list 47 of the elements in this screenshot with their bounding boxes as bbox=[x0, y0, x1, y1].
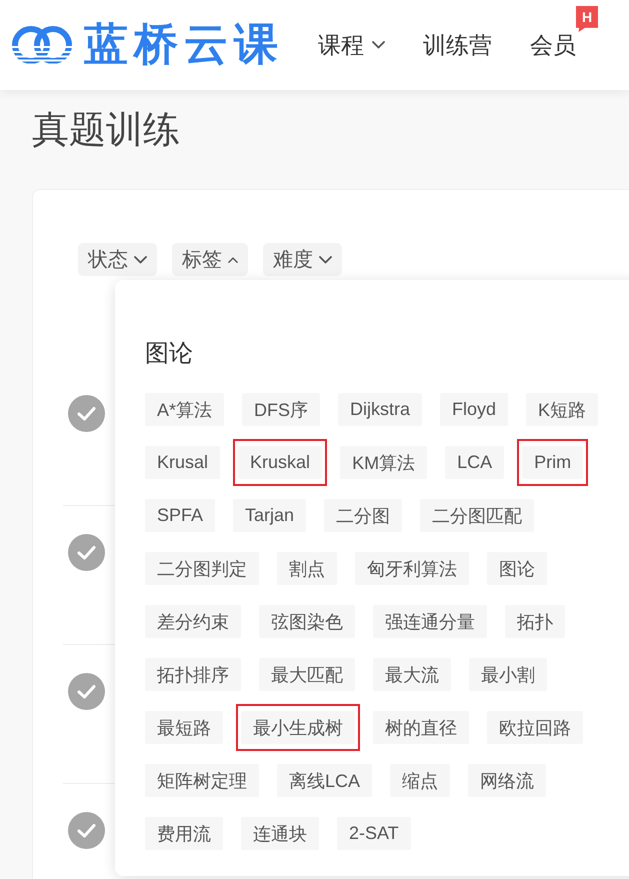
tag-option[interactable]: A*算法 bbox=[145, 393, 224, 426]
tag-option[interactable]: 强连通分量 bbox=[373, 605, 487, 638]
tag-option[interactable]: 连通块 bbox=[241, 817, 319, 850]
page-title: 真题训练 bbox=[32, 108, 181, 152]
tag-option[interactable]: 2-SAT bbox=[337, 817, 411, 850]
tag-option[interactable]: Kruskal bbox=[238, 446, 322, 479]
tag-option[interactable]: K短路 bbox=[526, 393, 598, 426]
tag-option[interactable]: LCA bbox=[445, 446, 504, 479]
tag-option[interactable]: Krusal bbox=[145, 446, 220, 479]
tag-option[interactable]: 最小割 bbox=[469, 658, 547, 691]
tag-option[interactable]: 网络流 bbox=[468, 764, 546, 797]
tag-option[interactable]: Floyd bbox=[440, 393, 508, 426]
tag-option[interactable]: 拓扑排序 bbox=[145, 658, 241, 691]
nav-link[interactable]: 会员 bbox=[530, 31, 576, 59]
nav-link[interactable]: 训练营 bbox=[423, 31, 492, 59]
tag-option[interactable]: 欧拉回路 bbox=[487, 711, 583, 744]
tag-option[interactable]: SPFA bbox=[145, 499, 216, 532]
tag-group-heading: 图论 bbox=[145, 339, 194, 369]
filter-dropdown-button[interactable]: 标签 bbox=[172, 243, 248, 276]
nav-link[interactable]: 课程 bbox=[318, 31, 385, 59]
tag-option[interactable]: 二分图判定 bbox=[145, 552, 259, 585]
tag-option[interactable]: Dijkstra bbox=[338, 393, 422, 426]
tag-option[interactable]: 二分图匹配 bbox=[420, 499, 534, 532]
tag-option[interactable]: 图论 bbox=[487, 552, 547, 585]
tag-option[interactable]: 费用流 bbox=[145, 817, 223, 850]
tag-option[interactable]: 差分约束 bbox=[145, 605, 241, 638]
tag-option[interactable]: KM算法 bbox=[340, 446, 428, 479]
filter-dropdown-button[interactable]: 难度 bbox=[263, 243, 342, 276]
tag-option[interactable]: 矩阵树定理 bbox=[145, 764, 259, 797]
tag-option[interactable]: Tarjan bbox=[233, 499, 306, 532]
tag-option[interactable]: 最小生成树 bbox=[241, 711, 355, 744]
tag-option[interactable]: 最大流 bbox=[373, 658, 451, 691]
tag-option[interactable]: 树的直径 bbox=[373, 711, 469, 744]
tag-option[interactable]: 离线LCA bbox=[277, 764, 372, 797]
hot-badge: H bbox=[576, 6, 598, 32]
tag-option[interactable]: 最短路 bbox=[145, 711, 223, 744]
tag-option[interactable]: 最大匹配 bbox=[259, 658, 355, 691]
tag-option[interactable]: Prim bbox=[522, 446, 584, 479]
logo-wordmark[interactable]: 蓝桥云课 bbox=[84, 23, 284, 67]
tag-option[interactable]: 拓扑 bbox=[505, 605, 565, 638]
tag-option[interactable]: 缩点 bbox=[390, 764, 450, 797]
tag-option[interactable]: 二分图 bbox=[324, 499, 402, 532]
tag-option[interactable]: 弦图染色 bbox=[259, 605, 355, 638]
tag-option[interactable]: DFS序 bbox=[242, 393, 320, 426]
tag-option[interactable]: 匈牙利算法 bbox=[355, 552, 469, 585]
filter-dropdown-button[interactable]: 状态 bbox=[78, 243, 157, 276]
tag-option[interactable]: 割点 bbox=[277, 552, 337, 585]
